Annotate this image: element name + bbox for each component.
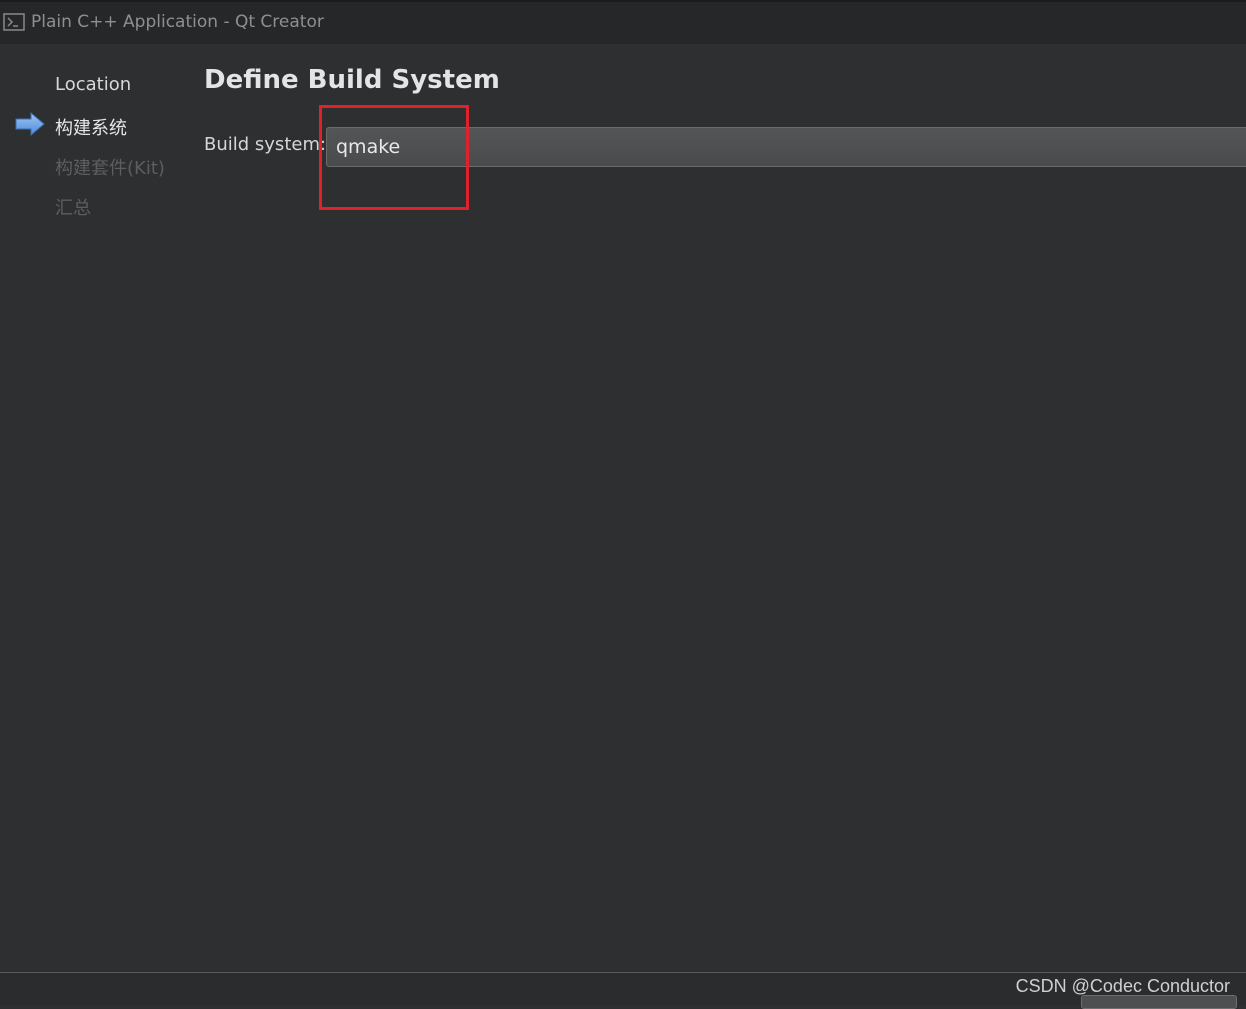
window-titlebar: Plain C++ Application - Qt Creator xyxy=(0,0,1246,44)
build-system-label: Build system: xyxy=(204,134,327,155)
step-location: Location xyxy=(55,74,132,95)
step-build-system: 构建系统 xyxy=(55,118,127,139)
next-button[interactable] xyxy=(1081,995,1237,1009)
step-kit: 构建套件(Kit) xyxy=(55,158,165,179)
window-title: Plain C++ Application - Qt Creator xyxy=(31,12,324,32)
page-title: Define Build System xyxy=(204,65,500,95)
annotation-highlight-box xyxy=(319,105,469,210)
step-summary: 汇总 xyxy=(55,198,91,219)
wizard-steps-sidebar: Location 构建系统 构建套件(Kit) 汇总 xyxy=(0,44,190,444)
terminal-icon xyxy=(3,13,25,31)
watermark: CSDN @Codec Conductor xyxy=(1015,976,1230,996)
current-step-arrow-icon xyxy=(14,111,46,137)
